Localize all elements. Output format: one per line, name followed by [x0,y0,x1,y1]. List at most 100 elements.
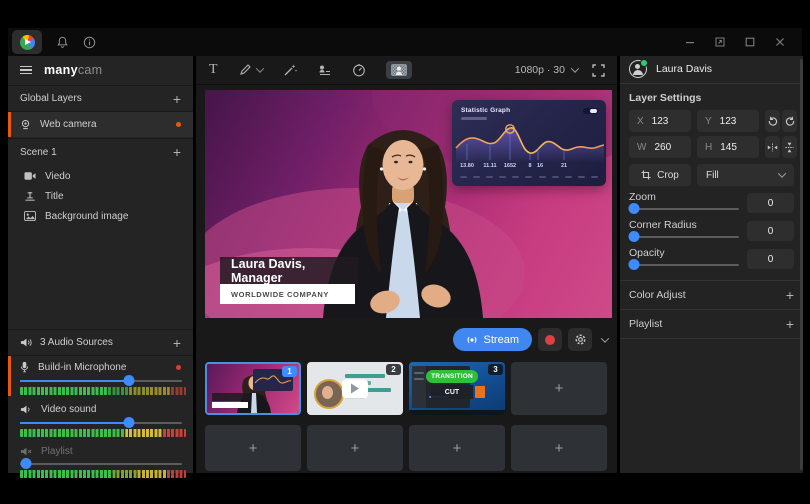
panel-scrollbar[interactable] [800,59,803,470]
slider-handle[interactable] [21,458,32,469]
rotate-ccw-button[interactable] [765,110,780,132]
maximize-button[interactable] [744,36,756,48]
fit-mode-value: Fill [706,170,719,181]
add-scene-tile[interactable]: + [205,425,301,471]
cut-option[interactable]: CUT [431,385,473,399]
user-avatar [629,60,647,78]
menu-icon[interactable] [20,64,32,77]
w-value: 260 [654,142,671,153]
corner-radius-label: Corner Radius [629,219,697,231]
plus-icon: + [555,380,564,397]
minimize-button[interactable] [684,36,696,48]
zoom-slider[interactable] [629,203,739,215]
color-adjust-section[interactable]: Color Adjust + [620,281,803,309]
title-icon [24,191,36,202]
w-label: W [637,142,646,153]
manycam-logo-icon [20,35,35,50]
chevron-down-icon [255,64,263,72]
video-sound-label: Video sound [41,404,96,415]
video-preview[interactable]: Statistic Graph 13.80 [205,90,612,318]
crop-label: Crop [657,170,679,181]
opacity-slider[interactable] [629,259,739,271]
draw-tool-button[interactable] [238,63,263,77]
audio-source-microphone[interactable]: Build-in Microphone [8,358,193,376]
add-scene-tile[interactable]: + [307,425,403,471]
add-scene-layer-button[interactable]: + [173,145,181,159]
rotate-cw-button[interactable] [782,110,797,132]
statistic-graph-overlay[interactable]: Statistic Graph 13.80 [452,100,606,186]
slider-handle[interactable] [123,375,134,386]
resolution-selector[interactable]: 1080p · 30 [515,64,578,76]
sidebar-item-title[interactable]: Title [8,186,193,206]
layer-settings-panel: Laura Davis Layer Settings X 123 Y 123 W… [620,56,803,473]
settings-button[interactable] [568,328,592,351]
text-tool-button[interactable]: T [209,62,218,78]
add-scene-tile[interactable]: + [511,425,607,471]
corner-radius-value[interactable]: 0 [747,221,794,241]
audio-source-video-sound[interactable]: Video sound [8,400,193,418]
close-button[interactable] [774,36,786,48]
online-status-dot [640,59,648,67]
app-logo-button[interactable] [12,30,42,54]
scene-header: Scene 1 + [8,140,193,164]
transition-button[interactable]: TRANSITION [426,370,478,383]
effects-tool-button[interactable] [283,63,298,77]
stream-controls: Stream [453,328,608,351]
stream-expand-chevron[interactable] [601,334,609,342]
record-icon [545,335,555,345]
speaker-muted-icon [20,446,32,457]
mini-bar [345,374,385,378]
flip-horizontal-button[interactable] [765,136,780,158]
zoom-value[interactable]: 0 [747,193,794,213]
flip-vertical-button[interactable] [782,136,797,158]
chart-callout: 1652 [504,163,516,169]
slider-handle[interactable] [629,231,640,242]
chart-callout: 21 [561,163,567,169]
lower-thirds-tool-button[interactable] [318,64,332,77]
record-button[interactable] [538,328,562,351]
scene-thumbnail-3[interactable]: TRANSITION CUT 3 [409,362,505,415]
fullscreen-button[interactable] [592,64,605,77]
sidebar-item-video[interactable]: Viedo [8,166,193,186]
info-icon[interactable] [83,36,96,49]
microphone-volume-slider[interactable] [20,375,182,387]
notifications-bell-icon[interactable] [56,36,69,49]
sidebar-item-background-image[interactable]: Background image [8,206,193,226]
add-scene-tile[interactable]: + [511,362,607,415]
image-icon [24,211,36,221]
sidebar-item-web-camera[interactable]: Web camera [8,112,193,137]
add-scene-tile[interactable]: + [409,425,505,471]
chroma-key-tool-button[interactable] [386,61,412,79]
corner-radius-slider[interactable] [629,231,739,243]
fit-mode-select[interactable]: Fill [697,164,794,186]
crop-button[interactable]: Crop [629,164,691,186]
timer-tool-button[interactable] [352,63,366,77]
expand-playlist-button[interactable]: + [786,317,794,331]
expand-color-adjust-button[interactable]: + [786,288,794,302]
slider-handle[interactable] [123,417,134,428]
slider-handle[interactable] [629,203,640,214]
scene-thumbnail-1[interactable]: 1 [205,362,301,415]
mic-live-dot [176,365,181,370]
height-input[interactable]: H 145 [697,136,759,158]
video-sound-volume-slider[interactable] [20,417,182,429]
width-input[interactable]: W 260 [629,136,691,158]
add-audio-source-button[interactable]: + [173,336,181,350]
slider-handle[interactable] [629,259,640,270]
popout-button[interactable] [714,36,726,48]
playlist-volume-slider[interactable] [20,458,182,470]
main-area: T 1080p · 30 [196,56,617,473]
opacity-value[interactable]: 0 [747,249,794,269]
playlist-section[interactable]: Playlist + [620,310,803,338]
playlist-label: Playlist [629,318,662,330]
y-position-input[interactable]: Y 123 [697,110,759,132]
y-value: 123 [720,116,737,127]
x-position-input[interactable]: X 123 [629,110,691,132]
scene-thumbnail-2[interactable]: 2 [307,362,403,415]
add-global-layer-button[interactable]: + [173,92,181,106]
lower-third-icon [318,64,332,77]
current-user-row[interactable]: Laura Davis [620,56,803,82]
plus-icon: + [555,440,564,457]
microphone-label: Build-in Microphone [38,362,126,373]
stream-button[interactable]: Stream [453,328,532,351]
